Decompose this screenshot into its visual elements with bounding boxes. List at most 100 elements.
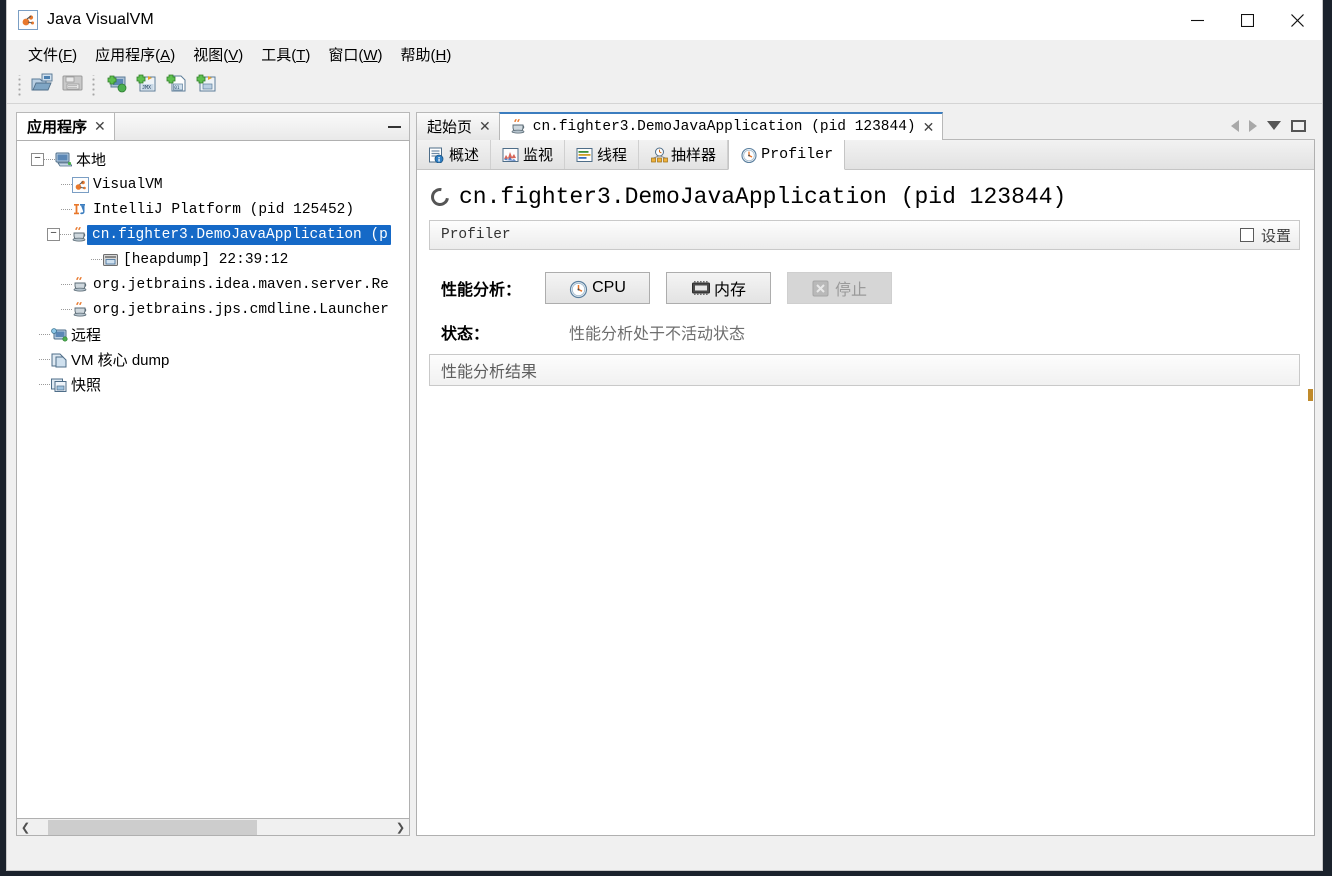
applications-panel: 应用程序 ✕ − 本地 VisualVM IntelliJ Platform (… [16, 112, 410, 836]
status-label: 状态： [441, 326, 490, 343]
menu-view-mnemonic: V [228, 46, 239, 64]
menu-help-mnemonic: H [435, 46, 447, 64]
menu-view[interactable]: 视图(V) [184, 42, 252, 67]
doc-tab-demo-java-application[interactable]: cn.fighter3.DemoJavaApplication (pid 123… [498, 112, 944, 140]
save-snapshot-button[interactable] [58, 72, 86, 100]
minimize-button[interactable] [1172, 0, 1222, 40]
view-sub-tabs: 概述 监视 线程 抽样器 Profiler [417, 140, 1314, 170]
add-remote-host-button[interactable] [102, 72, 130, 100]
menu-file[interactable]: 文件(F) [19, 42, 86, 67]
menu-window[interactable]: 窗口(W) [319, 42, 391, 67]
tab-sampler[interactable]: 抽样器 [639, 140, 729, 169]
window-title: Java VisualVM [47, 11, 154, 28]
memory-profile-button[interactable]: 内存 [666, 272, 771, 304]
toolbar-grip-2[interactable] [91, 74, 97, 97]
expand-toggle-demo-java-application[interactable]: − [47, 228, 60, 241]
overview-icon [428, 147, 444, 163]
menu-applications-label: 应用程序( [95, 46, 161, 64]
document-tabrow: 起始页 ✕ cn.fighter3.DemoJavaApplication (p… [416, 112, 1315, 140]
add-vm-coredump-button[interactable]: 01 [162, 72, 190, 100]
expand-toggle-local[interactable]: − [31, 153, 44, 166]
stop-profile-button-label: 停止 [834, 282, 867, 299]
tree-node-vm-coredump-label: VM 核心 dump [71, 352, 170, 369]
doc-tab-start-page-close-icon[interactable]: ✕ [479, 118, 491, 135]
settings-checkbox[interactable] [1239, 228, 1254, 242]
document-tabrow-filler [942, 112, 1222, 140]
main-toolbar: JMX 01 [7, 68, 1322, 104]
menu-file-mnemonic: F [63, 46, 73, 64]
add-coredump-icon: 01 [166, 73, 187, 98]
stop-x-icon [812, 280, 829, 297]
menu-window-mnemonic: W [363, 46, 378, 64]
tree-node-snapshots-label: 快照 [71, 377, 102, 394]
tree-node-remote[interactable]: 远程 [17, 322, 409, 347]
tree-node-local-label: 本地 [76, 152, 107, 169]
svg-text:01: 01 [174, 85, 180, 91]
visualvm-icon [18, 10, 38, 30]
doc-tab-start-page[interactable]: 起始页 ✕ [416, 112, 500, 140]
tree-node-intellij-platform-label: IntelliJ Platform (pid 125452) [93, 201, 355, 218]
maximize-icon[interactable] [1291, 119, 1306, 132]
tree-node-heapdump[interactable]: [heapdump] 22:39:12 [17, 247, 409, 272]
tree-node-vm-coredump[interactable]: VM 核心 dump [17, 347, 409, 372]
hscroll-track[interactable] [34, 819, 392, 835]
tree-dash [91, 259, 102, 260]
intellij-icon [72, 202, 88, 218]
title-bar: Java VisualVM [7, 0, 1322, 40]
minimize-panel-icon[interactable] [388, 125, 401, 128]
open-snapshot-button[interactable] [28, 72, 56, 100]
memory-chip-icon [691, 280, 710, 296]
chevron-down-icon[interactable] [1267, 121, 1281, 130]
scroll-left-icon[interactable] [1231, 119, 1239, 132]
tree-node-visualvm[interactable]: VisualVM [17, 172, 409, 197]
menu-tools-mnemonic: T [296, 46, 306, 64]
stop-profile-button[interactable]: 停止 [787, 272, 892, 304]
hscroll-left-arrow-icon[interactable]: ❮ [17, 820, 34, 835]
memory-profile-button-label: 内存 [713, 282, 746, 299]
java-coffee-icon [71, 226, 87, 243]
add-snapshot-button[interactable] [192, 72, 220, 100]
cpu-profile-button[interactable]: CPU [545, 272, 650, 304]
status-bar [7, 844, 1322, 870]
tree-node-local[interactable]: − 本地 [17, 147, 409, 172]
toolbar-grip[interactable] [17, 74, 23, 97]
tree-node-maven-server[interactable]: org.jetbrains.idea.maven.server.Re [17, 272, 409, 297]
maximize-button[interactable] [1222, 0, 1272, 40]
hscroll-thumb[interactable] [48, 819, 257, 835]
tree-node-demo-java-application[interactable]: − cn.fighter3.DemoJavaApplication (p [17, 222, 409, 247]
tab-profiler[interactable]: Profiler [728, 140, 846, 170]
menu-applications[interactable]: 应用程序(A) [86, 42, 184, 67]
cpu-profile-button-label: CPU [592, 279, 626, 296]
tab-sampler-label: 抽样器 [671, 147, 717, 164]
profiling-row: 性能分析： CPU 内存 停止 [441, 272, 1300, 304]
tab-applications[interactable]: 应用程序 ✕ [16, 112, 115, 140]
tree-dash [44, 159, 55, 160]
tree-node-remote-label: 远程 [71, 327, 102, 344]
tab-monitor[interactable]: 监视 [491, 140, 566, 169]
doc-tab-demo-java-application-label: cn.fighter3.DemoJavaApplication (pid 123… [532, 119, 916, 135]
doc-tab-demo-java-application-close-icon[interactable]: ✕ [923, 119, 935, 136]
applications-tree[interactable]: − 本地 VisualVM IntelliJ Platform (pid 125… [16, 140, 410, 819]
menu-applications-suffix: ) [170, 46, 176, 64]
menu-tools[interactable]: 工具(T) [252, 42, 319, 67]
monitor-chart-icon [502, 147, 519, 163]
add-jmx-connection-button[interactable]: JMX [132, 72, 160, 100]
scroll-right-icon[interactable] [1249, 119, 1257, 132]
tab-overview[interactable]: 概述 [417, 140, 492, 169]
tree-node-snapshots[interactable]: 快照 [17, 372, 409, 397]
open-folder-icon [31, 73, 53, 98]
tree-dash [39, 334, 50, 335]
tab-applications-close-icon[interactable]: ✕ [94, 118, 106, 135]
profiler-settings-toggle[interactable]: 设置 [1239, 225, 1291, 246]
status-row: 状态： 性能分析处于不活动状态 [441, 320, 1300, 344]
content-vscroll-thumb[interactable] [1308, 389, 1313, 402]
applications-tree-hscrollbar[interactable]: ❮ ❯ [16, 819, 410, 836]
hscroll-right-arrow-icon[interactable]: ❯ [392, 820, 409, 835]
tree-node-intellij-platform[interactable]: IntelliJ Platform (pid 125452) [17, 197, 409, 222]
tab-threads[interactable]: 线程 [565, 140, 640, 169]
content-vscrollbar[interactable] [1300, 170, 1314, 835]
close-button[interactable] [1272, 0, 1322, 40]
menu-help[interactable]: 帮助(H) [392, 42, 461, 67]
tree-node-jps-launcher[interactable]: org.jetbrains.jps.cmdline.Launcher [17, 297, 409, 322]
loading-spinner-icon [427, 184, 453, 210]
